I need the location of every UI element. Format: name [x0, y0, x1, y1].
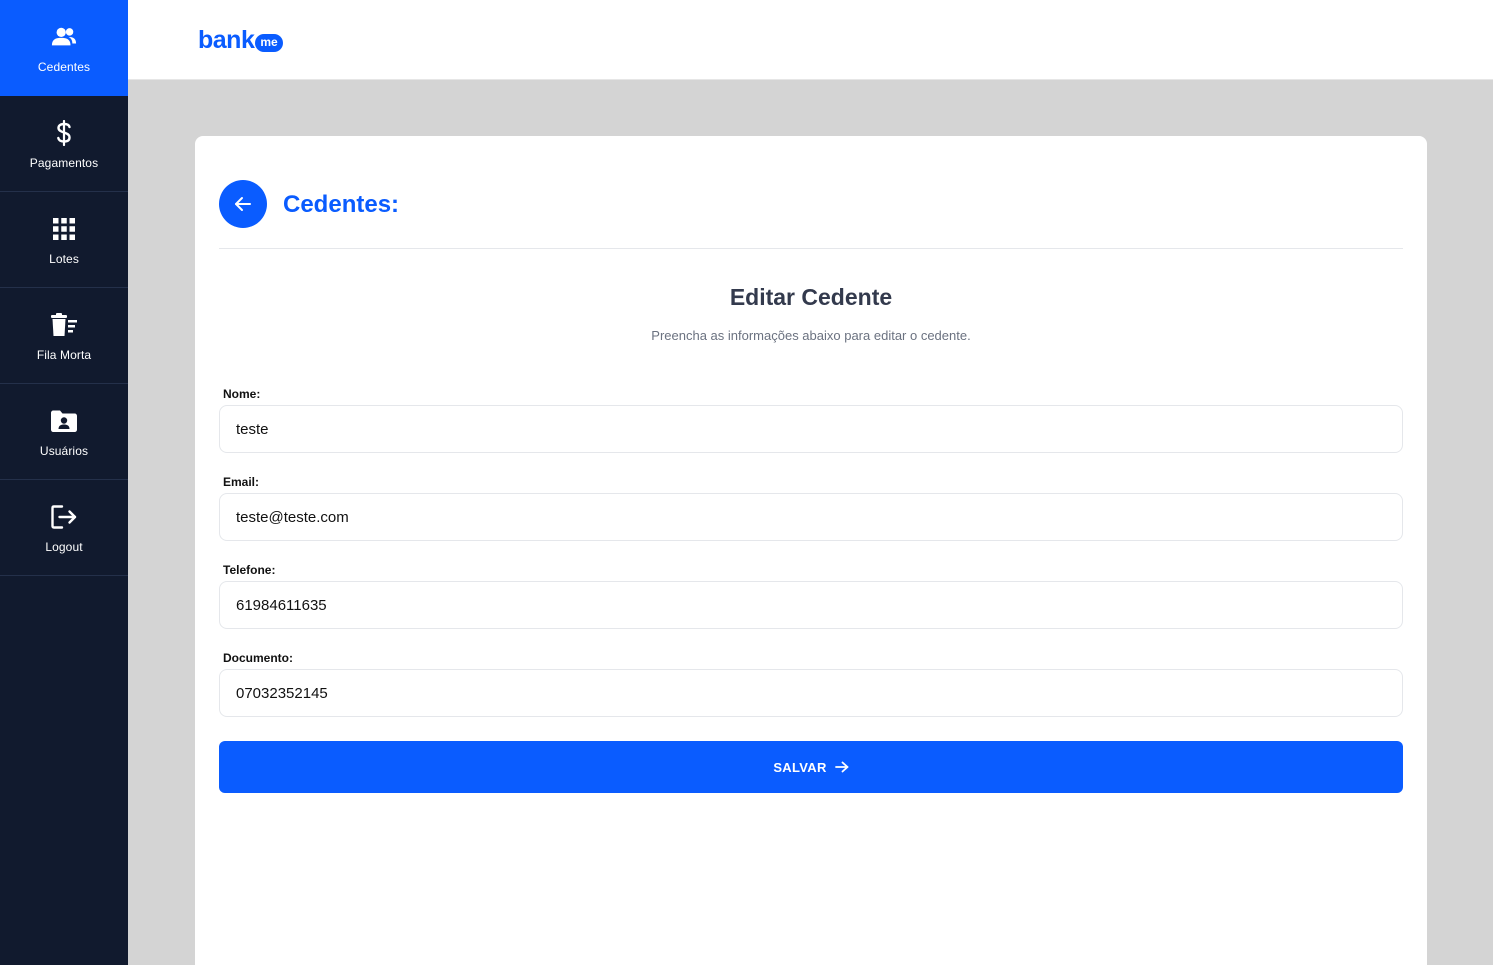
email-input[interactable]: [219, 493, 1403, 541]
sidebar-item-label: Logout: [45, 539, 83, 554]
edit-cedente-card: Cedentes: Editar Cedente Preencha as inf…: [195, 136, 1427, 965]
logout-icon: [51, 504, 77, 530]
nome-label: Nome:: [223, 387, 261, 401]
top-header: bank me: [128, 0, 1493, 80]
sidebar: Cedentes Pagamentos Lotes Fila Morta Usu…: [0, 0, 128, 965]
grid-icon: [51, 216, 77, 242]
form-title: Editar Cedente: [729, 284, 893, 310]
form-subtitle: Preencha as informações abaixo para edit…: [651, 328, 971, 343]
sidebar-item-label: Fila Morta: [36, 347, 92, 362]
documento-input[interactable]: [219, 669, 1403, 717]
divider: [219, 248, 1403, 249]
sidebar-item-logout[interactable]: Logout: [0, 480, 128, 576]
save-button[interactable]: SALVAR: [219, 741, 1403, 793]
sidebar-item-lotes[interactable]: Lotes: [0, 192, 128, 288]
sidebar-item-usuarios[interactable]: Usuários: [0, 384, 128, 480]
dollar-icon: [51, 119, 77, 146]
bankme-logo[interactable]: bank me: [198, 26, 283, 55]
back-button[interactable]: [219, 180, 267, 228]
sidebar-item-fila-morta[interactable]: Fila Morta: [0, 288, 128, 384]
sidebar-item-cedentes[interactable]: Cedentes: [0, 0, 128, 96]
email-label: Email:: [223, 475, 260, 489]
save-button-label: SALVAR: [773, 759, 827, 775]
folder-user-icon: [51, 408, 77, 434]
sidebar-item-label: Usuários: [39, 443, 89, 458]
sidebar-item-label: Cedentes: [37, 59, 91, 74]
telefone-input[interactable]: [219, 581, 1403, 629]
logo-text: bank: [198, 26, 255, 54]
telefone-label: Telefone:: [223, 563, 276, 577]
arrow-right-icon: [834, 761, 849, 773]
sidebar-item-label: Lotes: [49, 251, 79, 266]
users-icon: [51, 24, 77, 50]
arrow-left-icon: [234, 196, 252, 212]
page-title: Cedentes:: [283, 191, 400, 218]
trash-list-icon: [51, 312, 77, 338]
logo-badge: me: [255, 33, 283, 52]
documento-label: Documento:: [223, 651, 293, 665]
nome-input[interactable]: [219, 405, 1403, 453]
sidebar-item-pagamentos[interactable]: Pagamentos: [0, 96, 128, 192]
sidebar-item-label: Pagamentos: [29, 155, 99, 170]
